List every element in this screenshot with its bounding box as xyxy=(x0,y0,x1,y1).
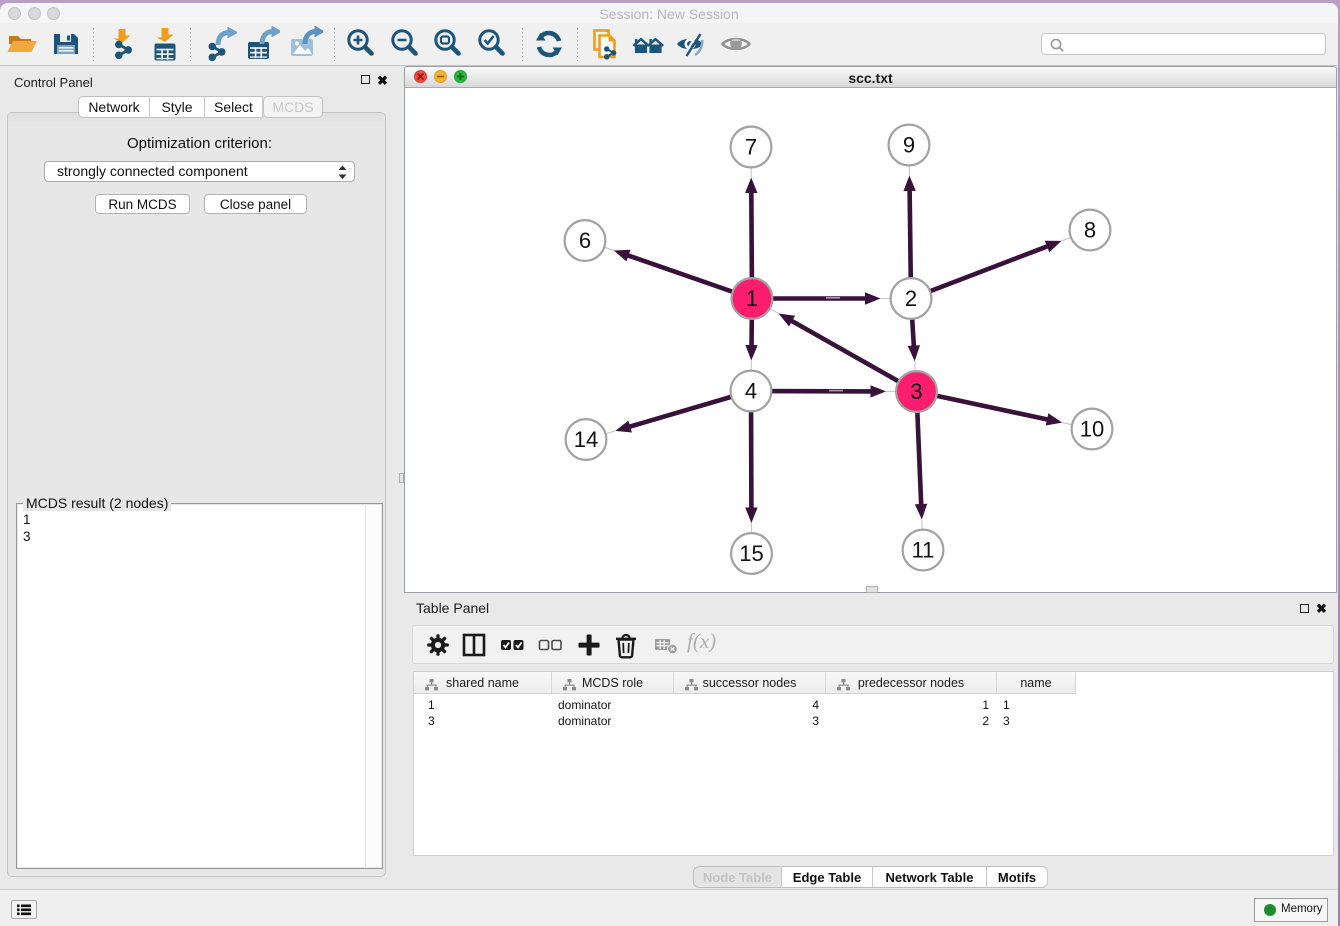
svg-text:3: 3 xyxy=(910,379,922,404)
svg-text:2: 2 xyxy=(905,286,917,311)
svg-text:14: 14 xyxy=(574,427,598,452)
svg-text:10: 10 xyxy=(1080,417,1104,442)
svg-text:15: 15 xyxy=(739,541,763,566)
svg-text:11: 11 xyxy=(912,538,935,563)
svg-text:4: 4 xyxy=(745,379,757,404)
svg-text:6: 6 xyxy=(579,228,591,253)
svg-text:7: 7 xyxy=(745,135,757,160)
svg-text:8: 8 xyxy=(1084,218,1096,243)
svg-text:1: 1 xyxy=(746,286,758,311)
svg-text:9: 9 xyxy=(903,133,915,158)
